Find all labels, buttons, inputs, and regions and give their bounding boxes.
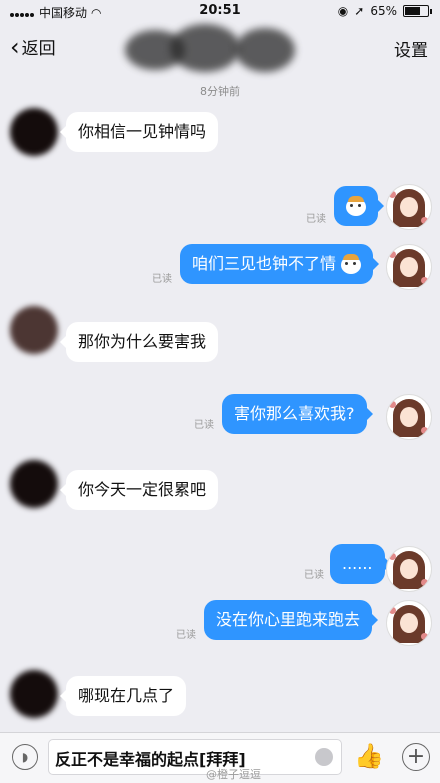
message-bubble-outgoing[interactable] bbox=[334, 186, 384, 226]
chat-timestamp: 8分钟前 bbox=[200, 85, 240, 98]
read-receipt: 已读 bbox=[306, 214, 326, 225]
message-bubble-incoming[interactable]: 哪现在几点了 bbox=[59, 676, 187, 716]
my-avatar[interactable] bbox=[386, 546, 432, 592]
message-bubble-outgoing[interactable]: ...... bbox=[330, 544, 390, 584]
status-right: ◉ ➚ 65% bbox=[338, 4, 432, 18]
lock-rotation-icon: ◉ bbox=[337, 4, 349, 18]
chevron-left-icon: ‹ bbox=[10, 32, 20, 61]
contact-avatar[interactable] bbox=[10, 460, 58, 508]
battery-icon bbox=[403, 5, 429, 17]
plus-icon[interactable]: + bbox=[402, 743, 430, 771]
message-bubble-outgoing[interactable]: 咱们三见也钟不了情 bbox=[180, 244, 380, 284]
message-bubble-outgoing[interactable]: 害你那么喜欢我? bbox=[222, 394, 372, 434]
read-receipt: 已读 bbox=[304, 570, 324, 581]
battery-percent: 65% bbox=[370, 4, 397, 18]
message-bubble-incoming[interactable]: 你相信一见钟情吗 bbox=[59, 112, 219, 152]
read-receipt: 已读 bbox=[152, 274, 172, 285]
back-button[interactable]: ‹ 返回 bbox=[10, 32, 56, 61]
status-bar: 中国移动 ◠ 20:51 ◉ ➚ 65% bbox=[0, 0, 440, 22]
back-label: 返回 bbox=[21, 39, 56, 59]
settings-button[interactable]: 设置 bbox=[394, 36, 428, 61]
contact-avatar[interactable] bbox=[10, 108, 58, 156]
message-bubble-outgoing[interactable]: 没在你心里跑来跑去 bbox=[204, 600, 379, 640]
message-text: 咱们三见也钟不了情 bbox=[192, 254, 337, 273]
message-bubble-incoming[interactable]: 你今天一定很累吧 bbox=[59, 470, 219, 510]
my-avatar[interactable] bbox=[386, 394, 432, 440]
message-bubble-incoming[interactable]: 那你为什么要害我 bbox=[59, 322, 219, 362]
my-avatar[interactable] bbox=[386, 184, 432, 230]
cat-emoji-icon bbox=[341, 253, 362, 274]
voice-icon[interactable]: ◗ bbox=[12, 744, 38, 770]
read-receipt: 已读 bbox=[194, 420, 214, 431]
read-receipt: 已读 bbox=[176, 630, 196, 641]
emoji-icon[interactable] bbox=[315, 748, 333, 766]
watermark: @橙子逗逗 bbox=[206, 768, 261, 781]
input-toolbar: ◗ 反正不是幸福的起点[拜拜] 👍 + @橙子逗逗 bbox=[0, 732, 440, 783]
my-avatar[interactable] bbox=[386, 600, 432, 646]
thumbs-up-icon[interactable]: 👍 bbox=[354, 742, 384, 770]
nav-bar: ‹ 返回 设置 bbox=[0, 22, 440, 72]
contact-name-redacted bbox=[125, 22, 305, 74]
my-avatar[interactable] bbox=[386, 244, 432, 290]
cat-emoji-icon bbox=[346, 195, 366, 216]
contact-avatar[interactable] bbox=[10, 670, 58, 718]
contact-avatar[interactable] bbox=[10, 306, 58, 354]
message-input[interactable]: 反正不是幸福的起点[拜拜] bbox=[48, 739, 342, 775]
location-icon: ➚ bbox=[354, 4, 365, 18]
